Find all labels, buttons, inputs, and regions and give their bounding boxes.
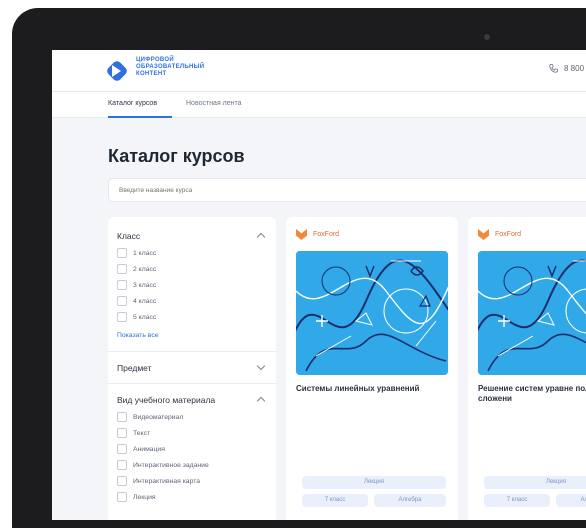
foxford-logo-icon: [478, 229, 489, 240]
phone-number: 8 800 55: [564, 63, 586, 73]
course-cover-image[interactable]: [296, 251, 448, 375]
checkbox-row[interactable]: 5 класс: [117, 312, 156, 322]
phone-icon: [549, 63, 559, 73]
checkbox-row[interactable]: Интерактивное задание: [117, 460, 209, 470]
material-type-tag: Лекция: [302, 476, 446, 489]
foxford-logo-icon: [296, 229, 307, 240]
logo-text[interactable]: ЦИФРОВОЙ ОБРАЗОВАТЕЛЬНЫЙ КОНТЕНТ: [136, 57, 204, 78]
chevron-up-icon[interactable]: [256, 232, 266, 242]
checkbox[interactable]: [117, 264, 127, 274]
course-cover-image[interactable]: [478, 251, 586, 375]
page-title: Каталог курсов: [108, 146, 245, 166]
checkbox-row[interactable]: Анимация: [117, 444, 165, 454]
tab-news[interactable]: Новостная лента: [186, 100, 242, 107]
checkbox-row[interactable]: 2 класс: [117, 264, 156, 274]
course-card[interactable]: FoxFord Решение систем уравне по сложени…: [468, 217, 586, 520]
course-card[interactable]: FoxFord Системы линейных уравнений Лекци…: [286, 217, 458, 520]
checkbox-row[interactable]: Лекция: [117, 492, 156, 502]
logo-play-shape: [112, 65, 121, 77]
top-nav: Каталог курсов Новостная лента: [52, 92, 586, 118]
checkbox[interactable]: [117, 248, 127, 258]
checkbox-label: Текст: [133, 429, 151, 437]
active-tab-indicator: [108, 116, 172, 118]
checkbox-label: Интерактивная карта: [133, 477, 201, 485]
checkbox[interactable]: [117, 444, 127, 454]
app-screen: ЦИФРОВОЙ ОБРАЗОВАТЕЛЬНЫЙ КОНТЕНТ 8 800 5…: [52, 50, 586, 520]
chevron-up-icon[interactable]: [256, 396, 266, 406]
checkbox[interactable]: [117, 312, 127, 322]
course-title[interactable]: Системы линейных уравнений: [296, 384, 456, 394]
filter-material-title[interactable]: Вид учебного материала: [117, 395, 215, 405]
checkbox-label: Анимация: [133, 445, 165, 453]
checkbox-label: 4 класс: [133, 297, 157, 305]
logo-line: ОБРАЗОВАТЕЛЬНЫЙ: [136, 64, 205, 70]
filters-panel: Класс 1 класс 2 класс 3 класс 4 класс 5 …: [108, 217, 276, 520]
filter-class-title[interactable]: Класс: [117, 231, 140, 241]
checkbox[interactable]: [117, 492, 127, 502]
checkbox-label: Интерактивное задание: [133, 461, 209, 469]
checkbox-row[interactable]: 1 класс: [117, 248, 156, 258]
checkbox-label: 2 класс: [133, 265, 157, 273]
logo-line: КОНТЕНТ: [136, 71, 167, 77]
checkbox-label: Лекция: [133, 493, 156, 501]
laptop-frame: ЦИФРОВОЙ ОБРАЗОВАТЕЛЬНЫЙ КОНТЕНТ 8 800 5…: [12, 8, 586, 528]
course-search-input[interactable]: [108, 178, 586, 202]
phone-link[interactable]: 8 800 55: [549, 63, 586, 73]
provider-name: FoxFord: [495, 231, 522, 238]
checkbox-label: 3 класс: [133, 281, 157, 289]
checkbox-label: 5 класс: [133, 313, 157, 321]
tab-catalog[interactable]: Каталог курсов: [108, 100, 157, 107]
provider-label: FoxFord: [296, 229, 339, 240]
chevron-down-icon[interactable]: [256, 361, 266, 371]
checkbox[interactable]: [117, 460, 127, 470]
divider: [108, 383, 276, 384]
logo-line: ЦИФРОВОЙ: [136, 57, 174, 63]
show-all-link[interactable]: Показать все: [117, 332, 159, 339]
checkbox[interactable]: [117, 428, 127, 438]
math-pattern-illustration: [478, 251, 586, 375]
checkbox[interactable]: [117, 296, 127, 306]
filter-subject-title[interactable]: Предмет: [117, 363, 152, 373]
checkbox-row[interactable]: 4 класс: [117, 296, 156, 306]
checkbox-row[interactable]: Видеоматериал: [117, 412, 183, 422]
divider: [108, 351, 276, 352]
checkbox-row[interactable]: 3 класс: [117, 280, 156, 290]
math-pattern-illustration: [296, 251, 448, 375]
checkbox[interactable]: [117, 476, 127, 486]
checkbox-row[interactable]: Интерактивная карта: [117, 476, 200, 486]
course-title[interactable]: Решение систем уравне полный метод сложе…: [478, 384, 586, 404]
provider-label: FoxFord: [478, 229, 521, 240]
checkbox-row[interactable]: Текст: [117, 428, 150, 438]
provider-name: FoxFord: [313, 231, 340, 238]
site-header: ЦИФРОВОЙ ОБРАЗОВАТЕЛЬНЫЙ КОНТЕНТ 8 800 5…: [52, 50, 586, 92]
checkbox[interactable]: [117, 280, 127, 290]
checkbox[interactable]: [117, 412, 127, 422]
material-type-tag: Лекция: [484, 476, 586, 489]
checkbox-label: 1 класс: [133, 249, 157, 257]
camera-dot: [484, 34, 490, 40]
checkbox-label: Видеоматериал: [133, 413, 184, 421]
